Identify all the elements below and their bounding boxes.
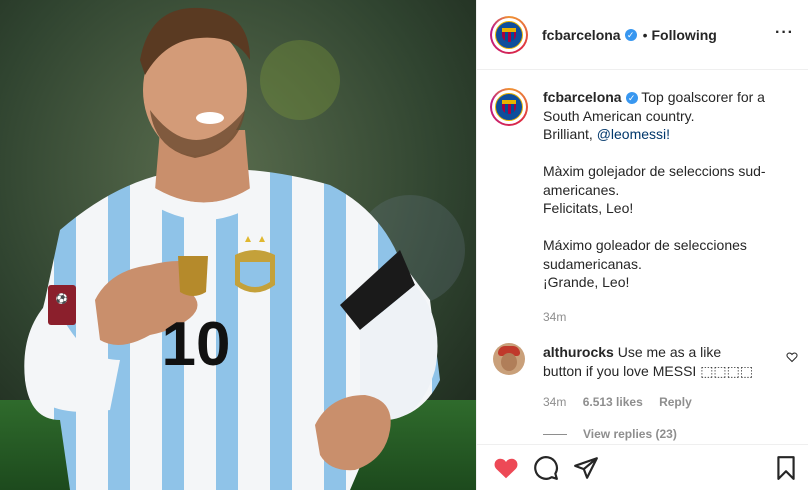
caption-line: Màxim golejador de seleccions sud-americ… xyxy=(543,163,766,198)
following-button[interactable]: Following xyxy=(652,27,717,43)
caption-line: Máximo goleador de selecciones sudameric… xyxy=(543,237,747,272)
photo-of-player: ⚽ 10 xyxy=(0,0,476,490)
caption-line: Brilliant, xyxy=(543,126,597,142)
post-header: fcbarcelona ✓ • Following ··· xyxy=(477,0,808,70)
view-replies-label: View replies (23) xyxy=(583,427,677,441)
comment-likes[interactable]: 6.513 likes xyxy=(583,395,643,409)
caption-timestamp[interactable]: 34m xyxy=(543,308,798,327)
bookmark-icon[interactable] xyxy=(773,455,799,481)
post-side-panel: fcbarcelona ✓ • Following ··· fcbarcelon… xyxy=(476,0,808,490)
mention-link[interactable]: @leomessi! xyxy=(597,126,670,142)
header-separator: • xyxy=(642,26,648,43)
comment-item: althurocks Use me as a like button if yo… xyxy=(493,343,798,412)
commenter-avatar[interactable] xyxy=(493,343,525,375)
divider xyxy=(543,433,567,435)
profile-avatar[interactable] xyxy=(490,15,528,54)
post-caption: fcbarcelona ✓ Top goalscorer for a South … xyxy=(490,88,798,326)
instagram-post: ⚽ 10 fcbarcelona ✓ • Following ··· fcbar… xyxy=(0,0,808,490)
share-icon[interactable] xyxy=(573,455,599,481)
reply-button[interactable]: Reply xyxy=(659,395,692,409)
post-photo[interactable]: ⚽ 10 xyxy=(0,0,476,490)
more-options-icon[interactable]: ··· xyxy=(775,24,794,42)
heart-outline-icon[interactable] xyxy=(786,351,798,363)
comment-icon[interactable] xyxy=(533,455,559,481)
view-replies-button[interactable]: View replies (23) xyxy=(543,427,677,441)
fcb-crest-icon xyxy=(495,93,523,121)
verified-badge-icon: ✓ xyxy=(625,92,638,104)
caption-line: Felicitats, Leo! xyxy=(543,200,634,216)
verified-badge-icon: ✓ xyxy=(624,28,637,41)
caption-username[interactable]: fcbarcelona xyxy=(543,89,622,105)
header-username[interactable]: fcbarcelona xyxy=(542,27,621,43)
caption-text: fcbarcelona ✓ Top goalscorer for a South … xyxy=(543,88,798,326)
svg-text:⚽: ⚽ xyxy=(55,292,68,305)
action-bar xyxy=(477,444,808,490)
comment-timestamp[interactable]: 34m xyxy=(543,395,566,409)
heart-filled-icon[interactable] xyxy=(493,455,519,481)
caption-line: ¡Grande, Leo! xyxy=(543,274,630,290)
comment-meta: 34m 6.513 likes Reply xyxy=(543,393,763,412)
caption-avatar[interactable] xyxy=(490,88,528,126)
jersey-number: 10 xyxy=(162,310,231,379)
fcb-crest-icon xyxy=(495,20,523,49)
comment-username[interactable]: althurocks xyxy=(543,344,614,360)
